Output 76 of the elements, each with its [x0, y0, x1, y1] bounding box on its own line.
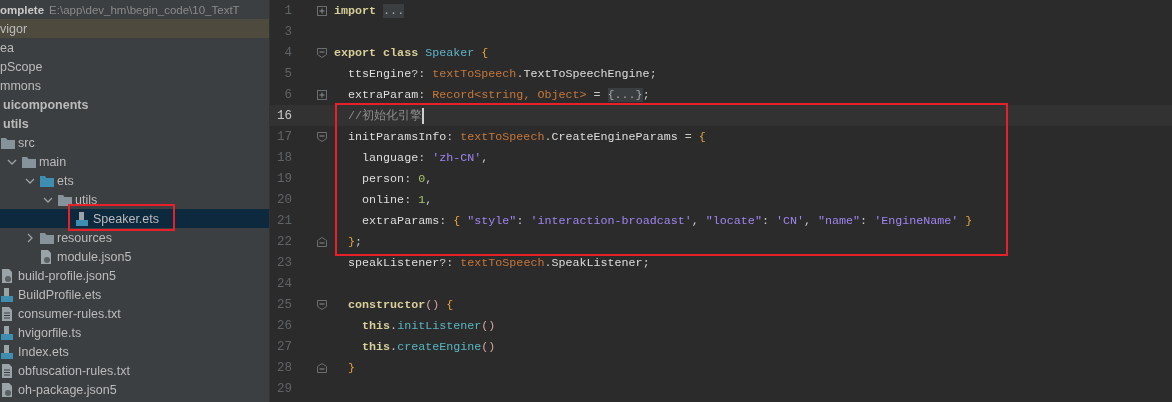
- line-number: 19: [276, 171, 292, 186]
- code-line: constructor() {: [347, 297, 454, 312]
- code-line: initParamsInfo: textToSpeech.CreateEngineParams = {: [347, 129, 706, 144]
- line-number: 1: [283, 3, 292, 18]
- tree-item[interactable]: pScope: [0, 57, 269, 76]
- expand-icon[interactable]: [317, 5, 327, 16]
- folder-icon: [39, 230, 55, 245]
- line-number: 6: [283, 87, 292, 102]
- code-line: online: 1,: [361, 192, 433, 207]
- line-number: 17: [276, 129, 292, 144]
- code-line: };: [347, 234, 363, 249]
- code-line: language: 'zh-CN',: [361, 150, 489, 165]
- line-number: 20: [276, 192, 292, 207]
- code-line: extraParam: Record<string, Object> = {...};: [347, 87, 650, 102]
- code-line: }: [347, 360, 356, 375]
- project-name: omplete: [0, 3, 45, 16]
- file-icon: [39, 248, 53, 265]
- folder-icon: [0, 135, 16, 150]
- code-line: this.initListener(): [361, 318, 496, 333]
- line-number: 3: [283, 24, 292, 39]
- collapse-icon[interactable]: [317, 131, 327, 142]
- line-number: 5: [283, 66, 292, 81]
- code-line: export class Speaker {: [334, 45, 489, 60]
- tree-item[interactable]: module.json5: [0, 247, 269, 266]
- code-line: import ...: [334, 3, 405, 18]
- tree-item[interactable]: consumer-rules.txt: [0, 304, 269, 323]
- code-line: extraParams: { "style": 'interaction-broadcast', "locate": 'CN', "name": 'EngineName' }: [361, 213, 973, 228]
- line-number: 27: [276, 339, 292, 354]
- tree-item[interactable]: oh-package.json5: [0, 380, 269, 399]
- line-number: 28: [276, 360, 292, 375]
- line-number: 16: [276, 108, 292, 123]
- line-number: 4: [283, 45, 292, 60]
- expand-icon[interactable]: [317, 89, 327, 100]
- tree-item[interactable]: ea: [0, 38, 269, 57]
- code-line: speakListener?: textToSpeech.SpeakListener;: [347, 255, 650, 270]
- code-line: this.createEngine(): [361, 339, 496, 354]
- code-line: //初始化引擎: [347, 108, 423, 123]
- folder-icon: [39, 173, 55, 188]
- line-number: 29: [276, 381, 292, 396]
- line-number: 18: [276, 150, 292, 165]
- file-icon: [0, 286, 14, 303]
- tree-item[interactable]: src: [0, 133, 269, 152]
- line-number: 24: [276, 276, 292, 291]
- tree-item[interactable]: uicomponents: [0, 95, 269, 114]
- folder-icon: [21, 154, 37, 169]
- folder-icon: [57, 192, 73, 207]
- file-icon: [0, 381, 14, 398]
- tree-item[interactable]: BuildProfile.ets: [0, 285, 269, 304]
- code-line: person: 0,: [361, 171, 433, 186]
- tree-item[interactable]: vigor: [0, 19, 269, 38]
- file-icon: [0, 324, 14, 341]
- code-line: ttsEngine?: textToSpeech.TextToSpeechEngine;: [347, 66, 657, 81]
- line-number: 21: [276, 213, 292, 228]
- tree-item[interactable]: resources: [0, 228, 269, 247]
- line-number: 25: [276, 297, 292, 312]
- tree-item[interactable]: build-profile.json5: [0, 266, 269, 285]
- tree-item[interactable]: main: [0, 152, 269, 171]
- tree-item[interactable]: obfuscation-rules.txt: [0, 361, 269, 380]
- line-number: 26: [276, 318, 292, 333]
- project-path: E:\app\dev_hm\begin_code\10_TextT: [49, 3, 240, 16]
- tree-item[interactable]: hvigorfile.ts: [0, 323, 269, 342]
- tree-item[interactable]: Speaker.ets: [0, 209, 269, 228]
- tree-item[interactable]: Index.ets: [0, 342, 269, 361]
- tree-item[interactable]: mmons: [0, 76, 269, 95]
- file-icon: [0, 267, 14, 284]
- collapse-icon[interactable]: [317, 47, 327, 58]
- collapse-icon[interactable]: [317, 299, 327, 310]
- collapse-icon[interactable]: [317, 236, 327, 247]
- file-icon: [75, 210, 89, 227]
- tree-item[interactable]: utils: [0, 114, 269, 133]
- collapse-icon[interactable]: [317, 362, 327, 373]
- tree-item[interactable]: utils: [0, 190, 269, 209]
- line-number: 23: [276, 255, 292, 270]
- tree-item[interactable]: ets: [0, 171, 269, 190]
- file-icon: [0, 343, 14, 360]
- line-number: 22: [276, 234, 292, 249]
